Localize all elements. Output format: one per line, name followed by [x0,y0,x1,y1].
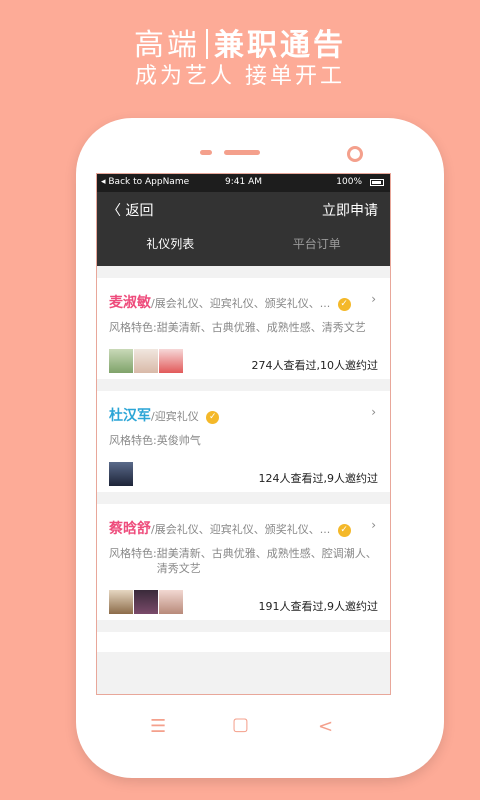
status-bar: ◂ Back to AppName 9:41 AM 100% [97,174,390,192]
verified-icon: ✓ [337,524,351,537]
style-label: 风格特色: [109,547,157,560]
chevron-left-icon: 〈 [107,203,121,219]
title-divider [206,29,208,59]
sensor-dot [200,150,212,155]
style-value: 甜美清新、古典优雅、成熟性感、清秀文艺 [156,321,366,334]
tab-etiquette-list[interactable]: 礼仪列表 [97,226,244,266]
card-footer: 191人查看过,9人邀约过 [97,576,390,620]
photo-thumbnail[interactable] [109,590,133,614]
photo-thumbnail[interactable] [159,349,183,373]
view-count: 124人查看过,9人邀约过 [258,472,379,485]
performer-name: 麦淑敏 [109,295,151,311]
style-value: 甜美清新、古典优雅、成熟性感、腔调潮人、清秀文艺 [156,547,377,575]
view-count: 191人查看过,9人邀约过 [258,600,379,613]
style-row: 风格特色: 甜美清新、古典优雅、成熟性感、腔调潮人、清秀文艺 [97,546,390,576]
tab-bar: 礼仪列表 平台订单 [97,226,390,266]
list-item[interactable]: 杜汉军/迎宾礼仪 ✓ › 风格特色: 英俊帅气 124人查看过,9人邀约过 [97,391,390,492]
photo-thumbnail[interactable] [109,349,133,373]
front-camera [347,146,363,162]
performer-name: 杜汉军 [109,408,151,424]
battery-percent: 100% [336,177,362,187]
style-row: 风格特色: 英俊帅气 [97,433,390,448]
view-count: 274人查看过,10人邀约过 [251,359,379,372]
photo-thumbnail[interactable] [159,590,183,614]
performer-roles: /迎宾礼仪 [151,410,199,423]
back-icon[interactable]: < [318,716,333,737]
list-item [97,632,390,652]
photo-thumbnails [109,462,134,486]
chevron-right-icon[interactable]: › [371,405,376,419]
apply-now-button[interactable]: 立即申请 [322,200,378,220]
performer-roles: /展会礼仪、迎宾礼仪、颁奖礼仪、... [151,523,331,536]
nav-bar: 〈 返回 立即申请 [97,192,390,226]
performer-roles: /展会礼仪、迎宾礼仪、颁奖礼仪、... [151,297,331,310]
etiquette-list: 麦淑敏/展会礼仪、迎宾礼仪、颁奖礼仪、... ✓ › 风格特色: 甜美清新、古典… [97,266,390,652]
battery-icon [370,179,384,186]
menu-icon[interactable]: ☰ [150,716,166,737]
style-label: 风格特色: [109,321,157,334]
card-header: 蔡晗舒/展会礼仪、迎宾礼仪、颁奖礼仪、... ✓ › [97,504,390,546]
verified-icon: ✓ [206,411,220,424]
tab-platform-orders[interactable]: 平台订单 [244,226,391,266]
style-label: 风格特色: [109,434,157,447]
chevron-right-icon[interactable]: › [371,518,376,532]
promo-subtitle: 成为艺人 接单开工 [135,64,345,89]
card-header: 杜汉军/迎宾礼仪 ✓ › [97,391,390,433]
back-button[interactable]: 〈 返回 [107,200,153,220]
verified-icon: ✓ [337,298,351,311]
phone-screen: ◂ Back to AppName 9:41 AM 100% 〈 返回 立即申请… [96,173,391,695]
photo-thumbnail[interactable] [134,590,158,614]
card-header: 麦淑敏/展会礼仪、迎宾礼仪、颁奖礼仪、... ✓ › [97,278,390,320]
photo-thumbnail[interactable] [109,462,133,486]
back-label: 返回 [125,203,154,219]
chevron-right-icon[interactable]: › [371,292,376,306]
photo-thumbnails [109,349,184,373]
home-icon[interactable]: ▢ [232,714,249,735]
style-row: 风格特色: 甜美清新、古典优雅、成熟性感、清秀文艺 [97,320,390,335]
list-item[interactable]: 麦淑敏/展会礼仪、迎宾礼仪、颁奖礼仪、... ✓ › 风格特色: 甜美清新、古典… [97,278,390,379]
card-footer: 124人查看过,9人邀约过 [97,448,390,492]
card-footer: 274人查看过,10人邀约过 [97,335,390,379]
list-item[interactable]: 蔡晗舒/展会礼仪、迎宾礼仪、颁奖礼仪、... ✓ › 风格特色: 甜美清新、古典… [97,504,390,620]
photo-thumbnail[interactable] [134,349,158,373]
speaker-grille [224,150,260,155]
style-value: 英俊帅气 [156,434,201,447]
photo-thumbnails [109,590,184,614]
performer-name: 蔡晗舒 [109,521,151,537]
